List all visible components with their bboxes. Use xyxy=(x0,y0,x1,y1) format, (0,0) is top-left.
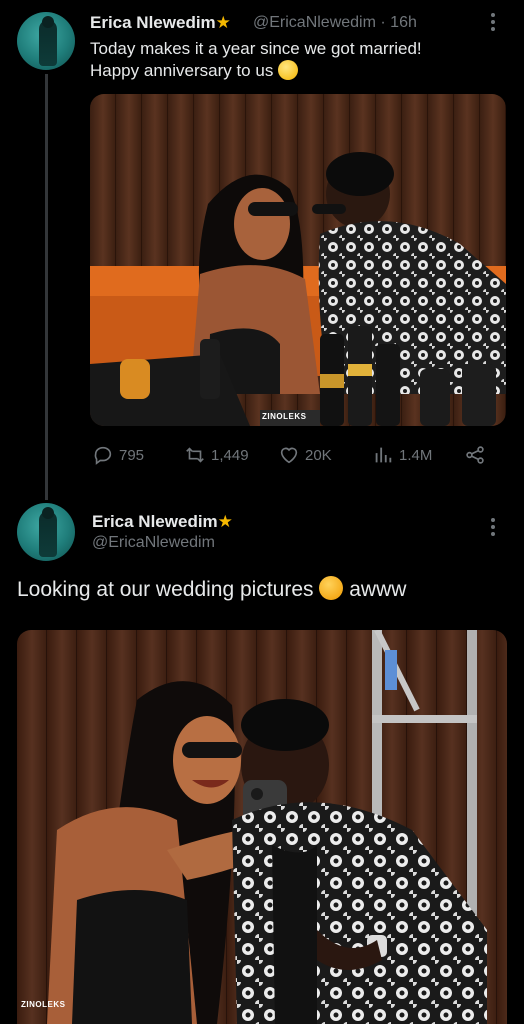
share-icon xyxy=(466,446,484,464)
reply-icon xyxy=(94,446,112,465)
photo-watermark: ZINOLEKS xyxy=(262,412,307,421)
share-button[interactable] xyxy=(464,444,486,466)
reply-count: 795 xyxy=(119,446,145,464)
repost-icon xyxy=(186,447,204,463)
couple-photo-illustration xyxy=(17,630,507,1024)
couple-photo-illustration xyxy=(90,94,506,426)
avatar[interactable] xyxy=(17,12,75,70)
star-icon: ★ xyxy=(215,13,231,32)
like-count: 20K xyxy=(305,446,332,464)
star-icon: ★ xyxy=(217,512,233,531)
timestamp[interactable]: · 16h xyxy=(380,14,416,31)
display-name[interactable]: Erica Nlewedim★ xyxy=(90,13,231,33)
repost-count: 1,449 xyxy=(211,446,249,464)
tweet-photo[interactable]: ZINOLEKS xyxy=(90,94,506,426)
photo-watermark: ZINOLEKS xyxy=(21,1000,66,1009)
avatar[interactable] xyxy=(17,503,75,561)
action-bar: 795 1,449 20K 1.4M xyxy=(90,444,490,470)
display-name[interactable]: Erica Nlewedim★ xyxy=(92,512,233,532)
views-button[interactable]: 1.4M xyxy=(372,444,432,466)
smiling-face-with-hearts-emoji-icon xyxy=(319,576,344,600)
reply-button[interactable]: 795 xyxy=(92,444,144,466)
like-button[interactable]: 20K xyxy=(278,444,332,466)
tweet-text: Looking at our wedding pictures awww xyxy=(17,576,407,601)
repost-button[interactable]: 1,449 xyxy=(184,444,249,466)
more-options-icon[interactable] xyxy=(490,515,496,539)
analytics-icon xyxy=(375,447,392,463)
handle[interactable]: @EricaNlewedim · 16h xyxy=(253,14,417,32)
heart-icon xyxy=(280,447,298,464)
thread-connector xyxy=(45,74,48,500)
handle[interactable]: @EricaNlewedim xyxy=(92,534,215,552)
view-count: 1.4M xyxy=(399,446,433,464)
more-options-icon[interactable] xyxy=(490,10,496,34)
tweet-photo[interactable]: ZINOLEKS xyxy=(17,630,507,1024)
tweet-text: Today makes it a year since we got marri… xyxy=(90,39,422,80)
smiling-tear-emoji-icon xyxy=(278,60,299,80)
